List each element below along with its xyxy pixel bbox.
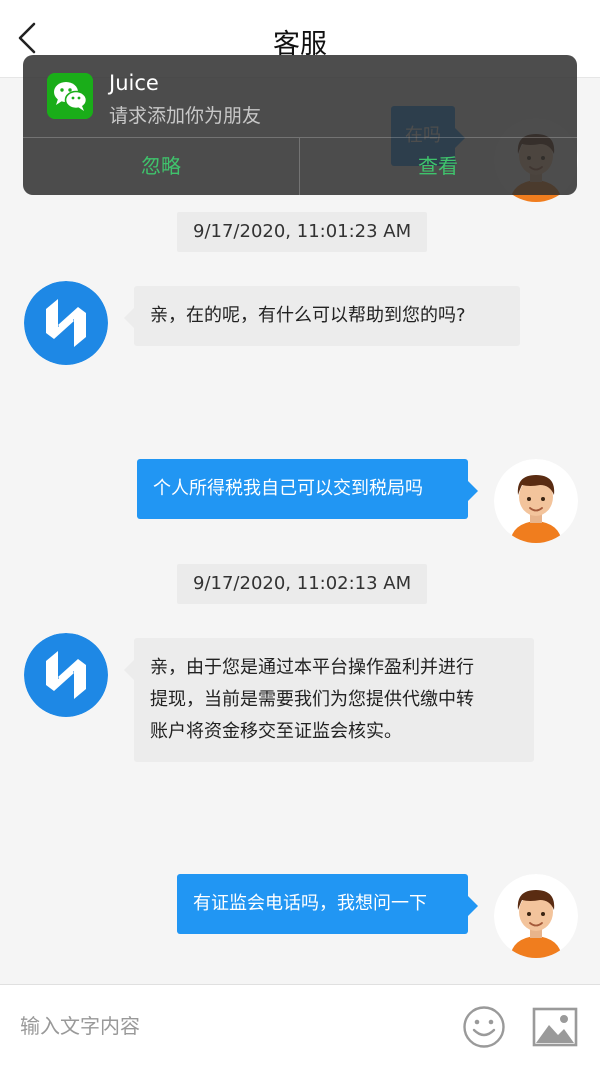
message-bubble-incoming[interactable]: 亲，在的呢，有什么可以帮助到您的吗? bbox=[124, 286, 520, 346]
notification-text: 请求添加你为朋友 bbox=[109, 105, 262, 127]
message-line: 账户将资金移交至证监会核实。 bbox=[150, 721, 402, 742]
chat-area[interactable]: 在吗 9/17/2020, 11:01:23 AM 亲，在的呢，有什么可以帮助到… bbox=[0, 78, 600, 984]
view-button[interactable]: 查看 bbox=[300, 138, 576, 195]
user-avatar[interactable] bbox=[494, 459, 578, 543]
message-bubble-outgoing[interactable]: 个人所得税我自己可以交到税局吗 bbox=[137, 459, 478, 519]
timestamp-label: 9/17/2020, 11:01:23 AM bbox=[177, 212, 428, 252]
emoji-button[interactable] bbox=[462, 1005, 506, 1049]
message-input[interactable] bbox=[20, 1003, 440, 1049]
message-bubble-outgoing[interactable]: 有证监会电话吗，我想问一下 bbox=[177, 874, 478, 934]
message-bubble-incoming[interactable]: 亲，由于您是通过本平台操作盈利并进行 提现，当前是需要我们为您提供代缴中转 账户… bbox=[124, 638, 534, 762]
message-line: 亲，由于您是通过本平台操作盈利并进行 bbox=[150, 657, 474, 678]
wechat-icon bbox=[47, 73, 93, 119]
message-line: 提现，当前是需要我们为您提供代缴中转 bbox=[150, 689, 474, 710]
friend-request-notification[interactable]: Juice 请求添加你为朋友 忽略 查看 bbox=[23, 55, 577, 195]
input-bar bbox=[0, 984, 600, 1067]
timestamp-label: 9/17/2020, 11:02:13 AM bbox=[177, 564, 428, 604]
agent-avatar[interactable] bbox=[24, 281, 108, 365]
notification-title: Juice bbox=[109, 71, 159, 95]
image-button[interactable] bbox=[532, 1005, 578, 1049]
smiley-icon bbox=[463, 1006, 505, 1048]
user-avatar[interactable] bbox=[494, 874, 578, 958]
agent-avatar[interactable] bbox=[24, 633, 108, 717]
ignore-button[interactable]: 忽略 bbox=[23, 138, 299, 195]
image-icon bbox=[532, 1007, 578, 1047]
